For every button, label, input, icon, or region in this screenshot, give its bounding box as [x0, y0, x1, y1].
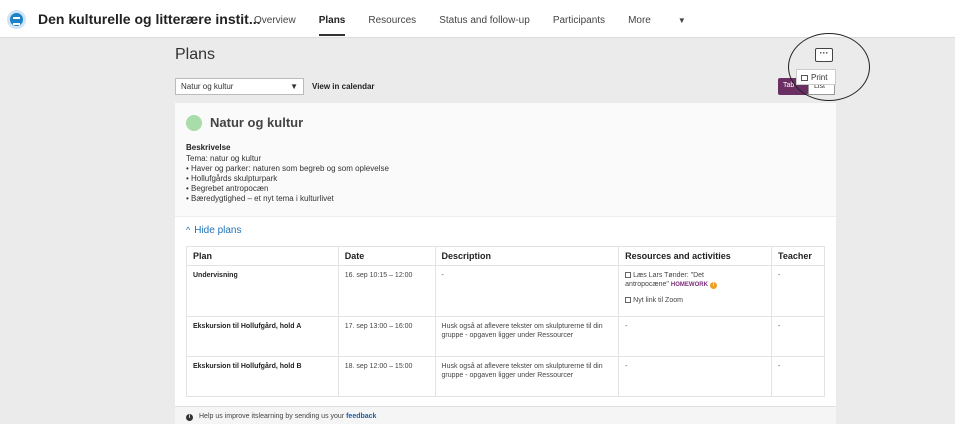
warning-icon: ! — [709, 282, 717, 289]
cell-date: 18. sep 12:00 – 15:00 — [337, 356, 436, 397]
cell-resources: - — [618, 316, 772, 357]
description-label: Beskrivelse — [186, 143, 231, 152]
column-header-resources: Resources and activities — [618, 246, 772, 266]
feedback-text: Help us improve itslearning by sending u… — [199, 413, 345, 420]
checkbox-icon — [625, 272, 632, 278]
page-title: Plans — [175, 46, 216, 63]
more-options-button[interactable]: ··· — [815, 48, 833, 62]
cell-date: 16. sep 10:15 – 12:00 — [337, 265, 436, 317]
column-header-plan: Plan — [186, 246, 339, 266]
plan-select-value: Natur og kultur — [181, 82, 234, 91]
cell-resources: - — [618, 356, 772, 397]
tab-status-follow-up[interactable]: Status and follow-up — [439, 15, 530, 36]
plan-card-header: Natur og kultur Beskrivelse Tema: natur … — [175, 103, 836, 217]
cell-resources: Læs Lars Tønder: "Det antropocæne" HOMEWO… — [618, 265, 772, 317]
cell-plan[interactable]: Ekskursion til Hollufgård, hold A — [186, 316, 339, 357]
resource-link[interactable]: Nyt link til Zoom — [633, 297, 683, 304]
table-row[interactable]: Ekskursion til Hollufgård, hold B 18. se… — [186, 356, 826, 397]
plan-card: Natur og kultur Beskrivelse Tema: natur … — [175, 103, 836, 406]
course-nav: Overview Plans Resources Status and foll… — [254, 15, 709, 36]
plans-table: Plan Date Description Resources and acti… — [186, 246, 826, 397]
tab-participants[interactable]: Participants — [553, 15, 605, 36]
cell-date: 17. sep 13:00 – 16:00 — [337, 316, 436, 357]
column-header-teacher: Teacher — [770, 246, 826, 266]
cell-description: Husk også at aflevere tekster om skulptu… — [434, 356, 620, 397]
description-line: Tema: natur og kultur — [186, 154, 262, 163]
resource-item[interactable]: Nyt link til Zoom — [625, 296, 765, 305]
plan-select[interactable]: Natur og kultur ▼ — [175, 78, 304, 95]
table-row[interactable]: Ekskursion til Hollufgård, hold A 17. se… — [186, 316, 826, 357]
tab-overview[interactable]: Overview — [254, 15, 296, 36]
tab-resources[interactable]: Resources — [368, 15, 416, 36]
course-title[interactable]: Den kulturelle og litterære instit... — [38, 11, 260, 27]
checkbox-icon — [625, 297, 632, 303]
description-line: • Begrebet antropocæn — [186, 184, 269, 193]
cell-teacher: - — [770, 316, 826, 357]
tab-plans[interactable]: Plans — [318, 15, 346, 36]
hide-plans-label: Hide plans — [194, 225, 242, 236]
feedback-bar: i Help us improve itslearning by sending … — [175, 406, 836, 424]
plan-name: Natur og kultur — [210, 115, 304, 130]
description-line: • Bæredygtighed – et nyt tema i kulturli… — [186, 194, 334, 203]
description-line: • Hollufgårds skulpturpark — [186, 174, 278, 183]
printer-icon — [801, 75, 808, 81]
dropdown-arrow-icon: ▼ — [290, 82, 298, 91]
resource-item[interactable]: Læs Lars Tønder: "Det antropocæne" HOMEWO… — [625, 271, 765, 290]
plan-color-dot — [186, 115, 202, 131]
top-bar: Den kulturelle og litterære instit... Ov… — [0, 0, 955, 38]
info-icon: i — [186, 414, 193, 421]
chevron-up-icon: ^ — [186, 225, 191, 235]
print-label: Print — [811, 73, 828, 82]
caret-down-icon: ▼ — [677, 16, 686, 25]
column-header-date: Date — [337, 246, 436, 266]
hide-plans-toggle[interactable]: ^ Hide plans — [186, 225, 242, 236]
print-menu-item[interactable]: Print — [796, 69, 836, 85]
tab-more[interactable]: More ▼ — [628, 15, 709, 36]
cell-teacher: - — [770, 356, 826, 397]
homework-badge: HOMEWORK — [670, 282, 708, 288]
cell-plan[interactable]: Undervisning — [186, 265, 339, 317]
cell-teacher: - — [770, 265, 826, 317]
cell-description: Husk også at aflevere tekster om skulptu… — [434, 316, 620, 357]
table-row[interactable]: Undervisning 16. sep 10:15 – 12:00 - Læs… — [186, 265, 826, 317]
cell-plan[interactable]: Ekskursion til Hollufgård, hold B — [186, 356, 339, 397]
view-in-calendar-link[interactable]: View in calendar — [312, 82, 375, 91]
feedback-link[interactable]: feedback — [346, 413, 376, 420]
description-line: • Haver og parker: naturen som begreb og… — [186, 164, 389, 173]
tab-more-label: More — [628, 15, 651, 26]
itslearning-logo-icon[interactable] — [7, 10, 26, 29]
column-header-description: Description — [434, 246, 620, 266]
description-text: Tema: natur og kultur • Haver og parker:… — [186, 154, 389, 204]
table-header-row: Plan Date Description Resources and acti… — [186, 246, 826, 266]
cell-description: - — [434, 265, 620, 317]
